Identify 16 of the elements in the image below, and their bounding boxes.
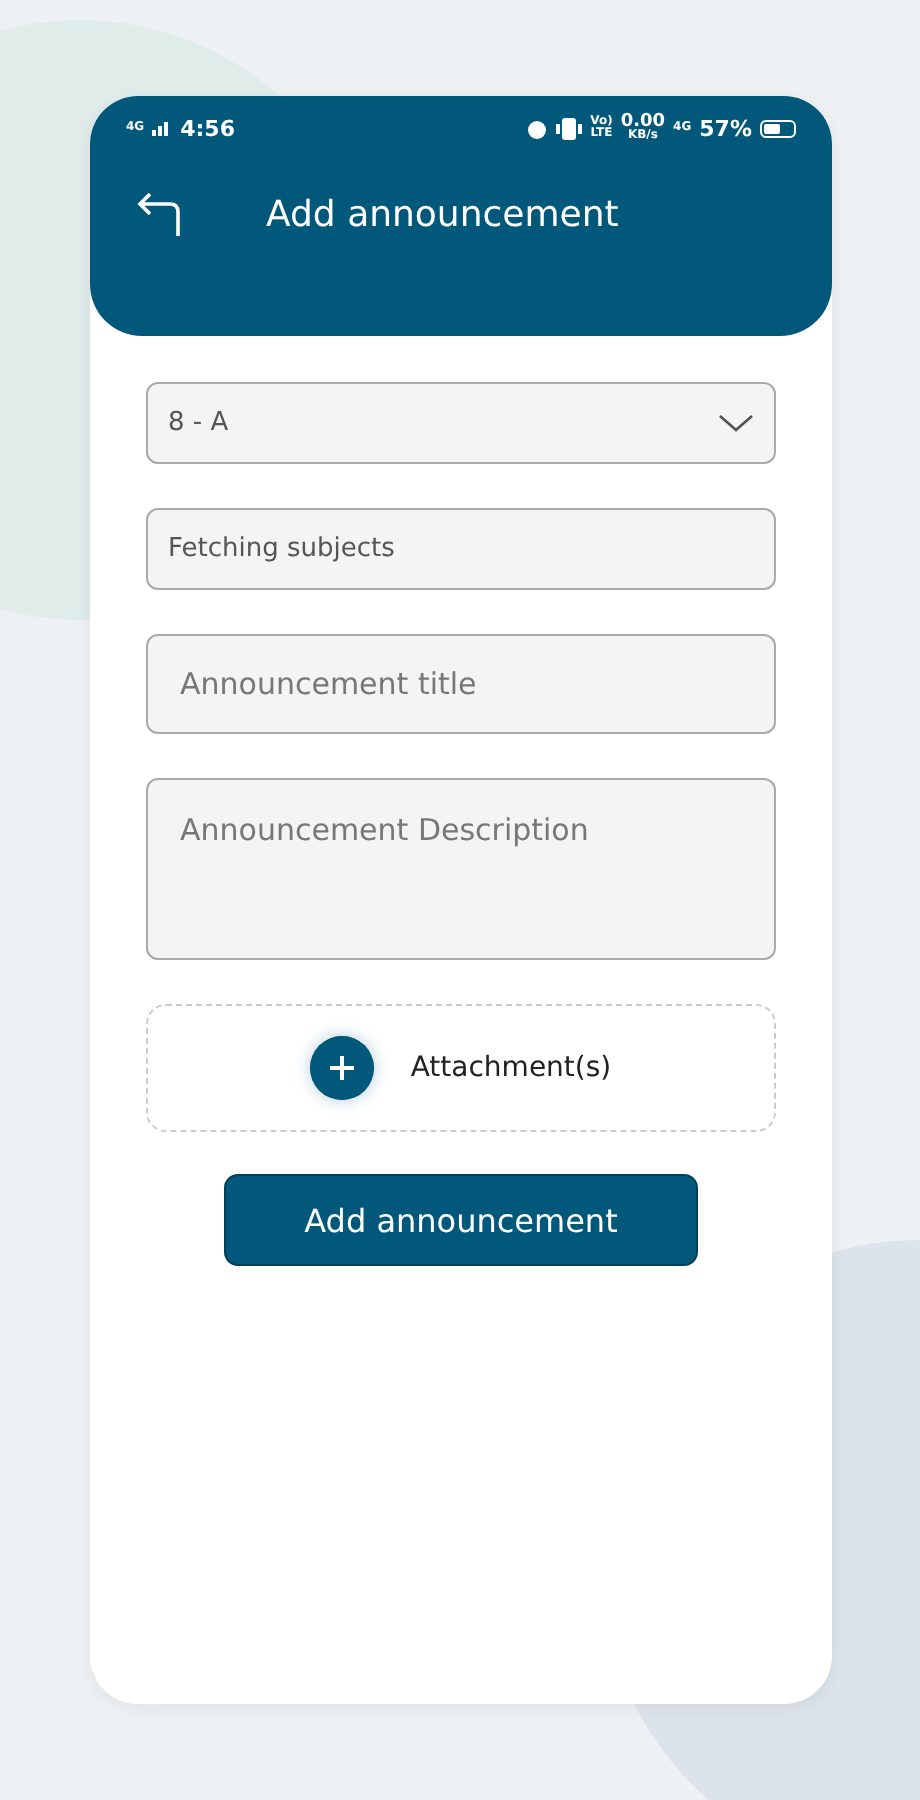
screen-title: Add announcement xyxy=(266,193,619,235)
title-field[interactable]: Announcement title xyxy=(146,634,776,734)
add-announcement-button[interactable]: Add announcement xyxy=(224,1174,698,1266)
description-field[interactable]: Announcement Description xyxy=(146,778,776,960)
battery-icon xyxy=(760,119,796,137)
add-icon xyxy=(310,1036,375,1100)
chevron-down-icon xyxy=(718,413,754,433)
status-time: 4:56 xyxy=(180,115,235,141)
subject-dropdown[interactable]: Fetching subjects xyxy=(146,508,776,590)
signal-icon xyxy=(152,121,173,135)
attachment-dropzone[interactable]: Attachment(s) xyxy=(146,1004,776,1132)
battery-percent: 57% xyxy=(699,115,752,141)
class-dropdown[interactable]: 8 - A xyxy=(146,382,776,464)
speed-value: 0.00 xyxy=(620,114,666,130)
vibrate-icon xyxy=(556,117,583,139)
back-icon[interactable] xyxy=(134,188,186,240)
